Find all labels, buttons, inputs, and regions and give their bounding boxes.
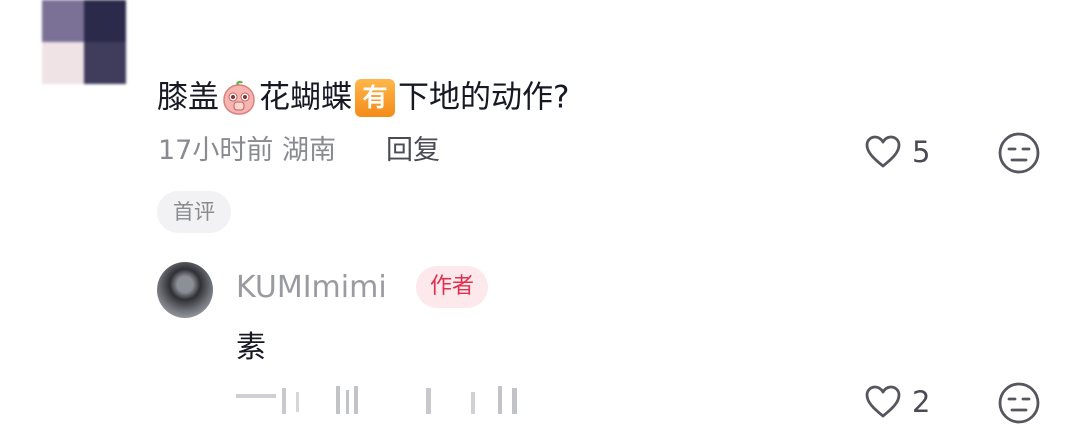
heart-outline-icon bbox=[865, 385, 901, 418]
reply-button[interactable]: 回复 bbox=[386, 131, 440, 171]
dislike-button[interactable] bbox=[997, 131, 1041, 179]
heart-outline-icon bbox=[865, 135, 901, 168]
comment-text: 膝盖 花蝴蝶有下地的动作? bbox=[157, 78, 570, 117]
reply-like-count: 2 bbox=[912, 385, 931, 419]
like-button[interactable]: 5 bbox=[862, 131, 930, 173]
peach-emoji-icon bbox=[223, 80, 255, 115]
reply-avatar[interactable] bbox=[157, 262, 213, 318]
you-badge: 有 bbox=[355, 78, 395, 117]
first-comment-tag: 首评 bbox=[157, 191, 231, 233]
author-badge: 作者 bbox=[416, 266, 489, 308]
reply-text: 素 bbox=[236, 330, 266, 365]
comment-meta: 17小时前 湖南 bbox=[158, 135, 336, 166]
avatar[interactable] bbox=[42, 0, 126, 84]
meh-face-icon bbox=[998, 132, 1040, 174]
reply-username[interactable]: KUMImimi bbox=[236, 268, 387, 308]
reply-like-button[interactable]: 2 bbox=[862, 381, 930, 423]
like-count: 5 bbox=[912, 135, 931, 169]
cropped-expand-row bbox=[236, 386, 517, 414]
reply-dislike-button[interactable] bbox=[997, 381, 1041, 429]
meh-face-icon bbox=[998, 382, 1040, 424]
